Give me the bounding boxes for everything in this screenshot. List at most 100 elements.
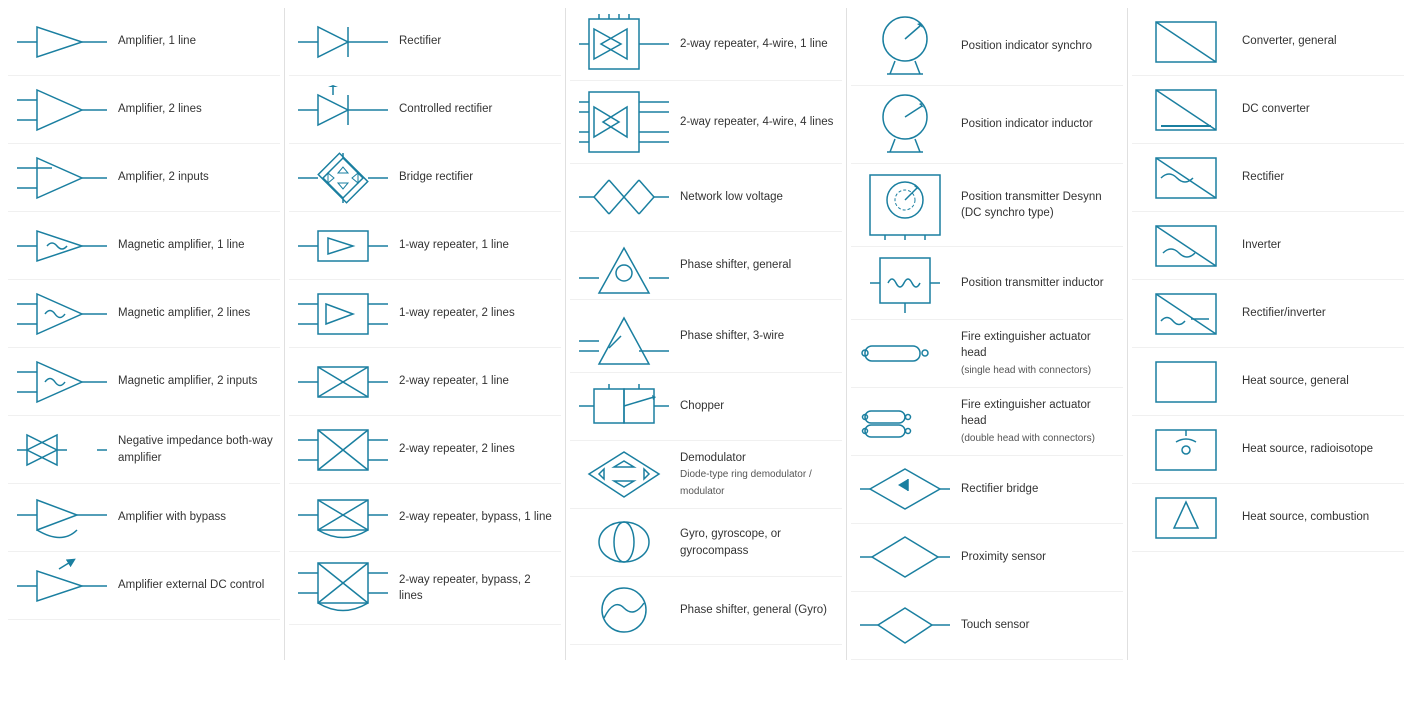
label-touchsensor: Touch sensor	[955, 617, 1119, 633]
symbol-heatsrc	[1136, 354, 1236, 409]
symbol-rep2w2l	[293, 425, 393, 475]
symbol-rep2w1l	[293, 362, 393, 402]
symbol-touchsensor	[855, 603, 955, 648]
label-rep1w1l: 1-way repeater, 1 line	[393, 237, 557, 253]
label-ampbypass: Amplifier with bypass	[112, 509, 276, 525]
column-5: Converter, general DC converter	[1128, 8, 1408, 660]
list-item: Phase shifter, 3-wire	[570, 300, 842, 373]
label-heatcomb: Heat source, combustion	[1236, 509, 1400, 525]
symbol-inverter	[1136, 218, 1236, 273]
list-item: 2-way repeater, 2 lines	[289, 416, 561, 484]
symbol-ampbypass	[12, 490, 112, 545]
list-item: DC converter	[1132, 76, 1404, 144]
label-netlv: Network low voltage	[674, 189, 838, 205]
list-item: Touch sensor	[851, 592, 1123, 660]
list-item: Gyro, gyroscope, or gyrocompass	[570, 509, 842, 577]
list-item: Inverter	[1132, 212, 1404, 280]
list-item: 2-way repeater, bypass, 1 line	[289, 484, 561, 552]
list-item: 2-way repeater, 1 line	[289, 348, 561, 416]
label-rep2wbp2l: 2-way repeater, bypass, 2 lines	[393, 572, 557, 604]
label-rep1w2l: 1-way repeater, 2 lines	[393, 305, 557, 321]
main-page: Amplifier, 1 line Amplifier, 2 lines	[0, 0, 1412, 668]
list-item: Phase shifter, general (Gyro)	[570, 577, 842, 645]
label-inverter: Inverter	[1236, 237, 1400, 253]
column-2: Rectifier Controlled rectifier	[285, 8, 566, 660]
symbol-heatcomb	[1136, 490, 1236, 545]
symbol-phshift3w	[574, 306, 674, 366]
label-convgen: Converter, general	[1236, 33, 1400, 49]
label-dcconv: DC converter	[1236, 101, 1400, 117]
list-item: Position indicator synchro	[851, 8, 1123, 86]
label-fireext1: Fire extinguisher actuator head (single …	[955, 329, 1119, 377]
list-item: Heat source, general	[1132, 348, 1404, 416]
label-rectbridge: Rectifier bridge	[955, 481, 1119, 497]
label-amp2in: Amplifier, 2 inputs	[112, 169, 276, 185]
symbol-fireext1	[855, 331, 955, 376]
list-item: Amplifier with bypass	[8, 484, 280, 552]
symbol-rep2w4w4l	[574, 87, 674, 157]
list-item: Amplifier, 1 line	[8, 8, 280, 76]
symbol-magamp2	[12, 289, 112, 339]
symbol-rect2	[1136, 150, 1236, 205]
symbol-chopper	[574, 379, 674, 434]
label-magamp1: Magnetic amplifier, 1 line	[112, 237, 276, 253]
symbol-crect	[293, 85, 393, 135]
label-phshift: Phase shifter, general	[674, 257, 838, 273]
symbol-rep1w2l	[293, 289, 393, 339]
list-item: Phase shifter, general	[570, 232, 842, 300]
symbol-bridge	[293, 153, 393, 203]
label-rep2w4w4l: 2-way repeater, 4-wire, 4 lines	[674, 114, 838, 130]
list-item: 2-way repeater, bypass, 2 lines	[289, 552, 561, 625]
label-negamp: Negative impedance both-way amplifier	[112, 433, 276, 465]
list-item: Magnetic amplifier, 2 inputs	[8, 348, 280, 416]
symbol-fireext2	[855, 399, 955, 444]
list-item: Position transmitter Desynn (DC synchro …	[851, 164, 1123, 247]
symbol-posind	[855, 14, 955, 79]
label-amp1: Amplifier, 1 line	[112, 33, 276, 49]
list-item: Network low voltage	[570, 164, 842, 232]
label-gyro: Gyro, gyroscope, or gyrocompass	[674, 526, 838, 558]
symbol-phshift	[574, 238, 674, 293]
symbol-posindinductor	[855, 92, 955, 157]
label-postransinductor: Position transmitter inductor	[955, 275, 1119, 291]
list-item: Amplifier, 2 lines	[8, 76, 280, 144]
list-item: 2-way repeater, 4-wire, 1 line	[570, 8, 842, 81]
symbol-ampdc	[12, 561, 112, 611]
symbol-phshiftgyro	[574, 583, 674, 638]
label-postrans: Position transmitter Desynn (DC synchro …	[955, 189, 1119, 221]
symbol-magamp2in	[12, 357, 112, 407]
list-item: 1-way repeater, 2 lines	[289, 280, 561, 348]
symbol-amp1	[12, 22, 112, 62]
label-rep2w4w1l: 2-way repeater, 4-wire, 1 line	[674, 36, 838, 52]
symbol-rep1w1l	[293, 226, 393, 266]
label-rect: Rectifier	[393, 33, 557, 49]
label-magamp2in: Magnetic amplifier, 2 inputs	[112, 373, 276, 389]
label-posindinductor: Position indicator inductor	[955, 116, 1119, 132]
symbol-rep2wbp1l	[293, 490, 393, 545]
label-heatrad: Heat source, radioisotope	[1236, 441, 1400, 457]
label-rep2wbp1l: 2-way repeater, bypass, 1 line	[393, 509, 557, 525]
list-item: Controlled rectifier	[289, 76, 561, 144]
label-phshift3w: Phase shifter, 3-wire	[674, 328, 838, 344]
list-item: Heat source, combustion	[1132, 484, 1404, 552]
label-rectinv: Rectifier/inverter	[1236, 305, 1400, 321]
label-rect2: Rectifier	[1236, 169, 1400, 185]
list-item: Bridge rectifier	[289, 144, 561, 212]
list-item: Fire extinguisher actuator head (single …	[851, 320, 1123, 388]
list-item: Amplifier, 2 inputs	[8, 144, 280, 212]
label-ampdc: Amplifier external DC control	[112, 577, 276, 593]
symbol-rectinv	[1136, 286, 1236, 341]
symbol-dcconv	[1136, 82, 1236, 137]
symbol-amp2in	[12, 153, 112, 203]
symbol-rectbridge	[855, 467, 955, 512]
list-item: Position transmitter inductor	[851, 247, 1123, 320]
symbol-demod	[574, 447, 674, 502]
symbol-negamp	[12, 425, 112, 475]
list-item: Amplifier external DC control	[8, 552, 280, 620]
symbol-postransinductor	[855, 253, 955, 313]
list-item: Position indicator inductor	[851, 86, 1123, 164]
list-item: Rectifier	[289, 8, 561, 76]
column-1: Amplifier, 1 line Amplifier, 2 lines	[4, 8, 285, 660]
list-item: Rectifier	[1132, 144, 1404, 212]
label-fireext2: Fire extinguisher actuator head (double …	[955, 397, 1119, 445]
